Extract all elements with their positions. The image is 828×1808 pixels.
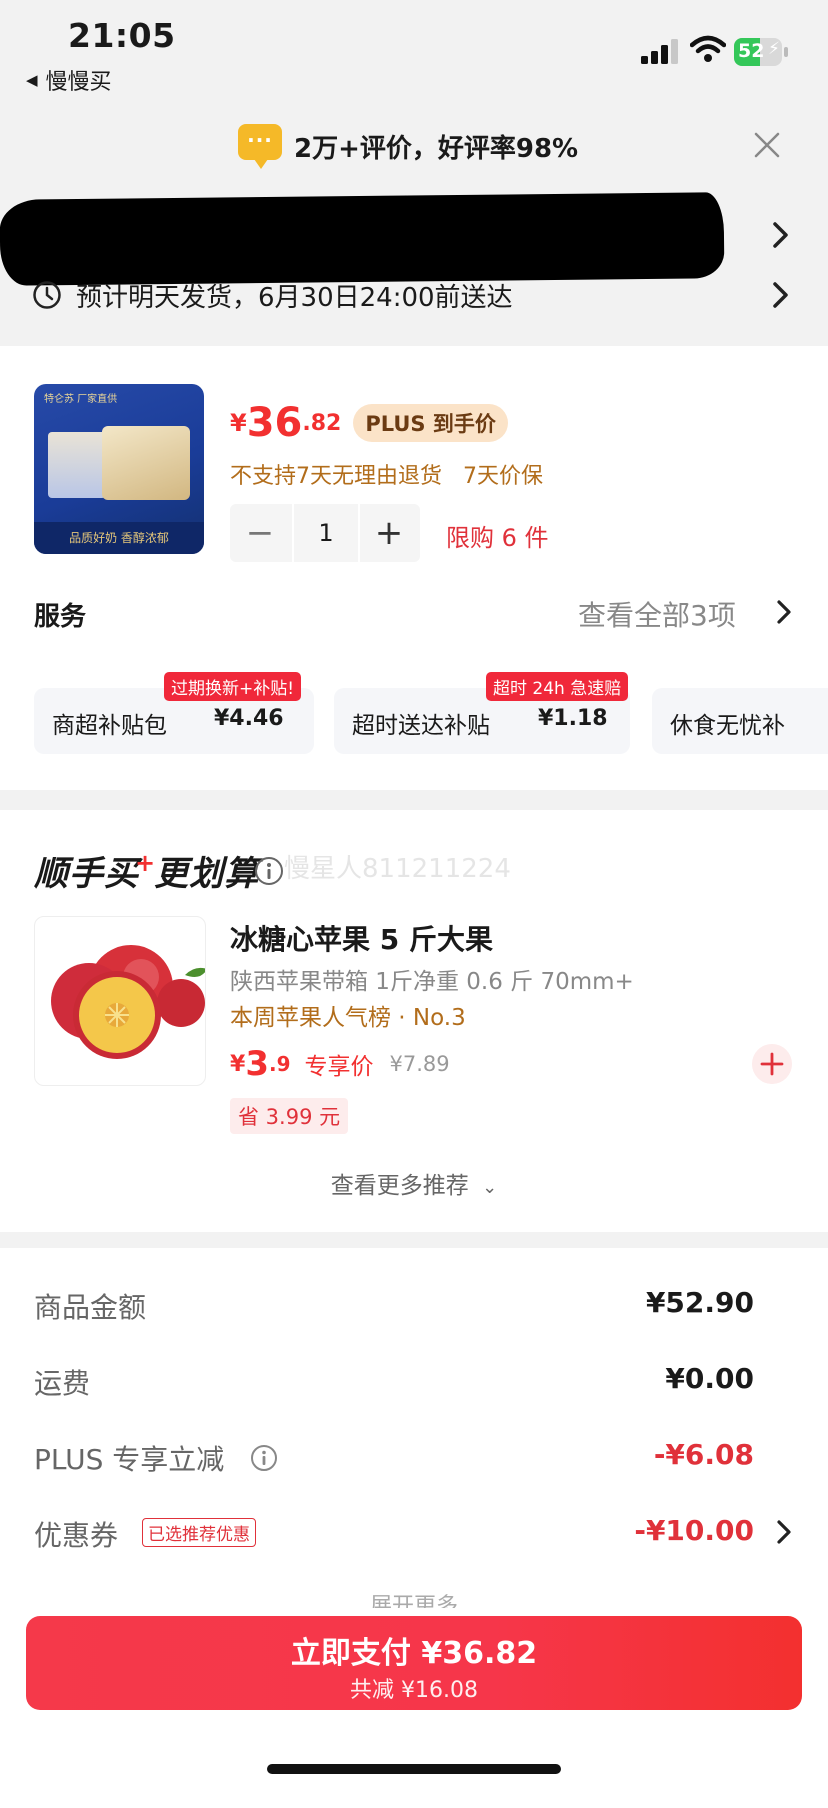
chevron-right-icon[interactable]	[770, 280, 792, 310]
plus-mark: +	[135, 849, 157, 877]
recommendation-title: 顺手买+更划算	[34, 846, 259, 895]
back-to-app-link[interactable]: ◀ 慢慢买	[26, 64, 112, 96]
pay-discount-total: 共减 ¥16.08	[350, 1678, 478, 1703]
apple-product-price: ¥ 3 .9 专享价 ¥7.89	[230, 1044, 450, 1084]
apple-product-desc: 陕西苹果带箱 1斤净重 0.6 斤 70mm+	[230, 969, 634, 995]
summary-label: 运费	[34, 1367, 91, 1400]
chevron-right-icon[interactable]	[774, 1518, 794, 1546]
service-price: ¥1.18	[538, 706, 608, 731]
battery-level: 52	[738, 40, 765, 62]
chevron-down-icon: ⌄	[482, 1177, 498, 1198]
apple-product-image[interactable]	[34, 916, 206, 1086]
service-tag: 超时 24h 急速赔	[486, 672, 629, 701]
battery-icon: 52 ⚡	[734, 38, 788, 66]
back-triangle-icon: ◀	[26, 71, 38, 89]
summary-row-shipping: 运费 ¥0.00	[34, 1362, 754, 1402]
summary-row-goods: 商品金额 ¥52.90	[34, 1286, 754, 1326]
services-title: 服务	[34, 602, 87, 632]
apple-product-rank: 本周苹果人气榜 · No.3	[230, 1005, 466, 1031]
info-icon[interactable]	[250, 1444, 278, 1472]
service-option[interactable]: 过期换新+补贴! 商超补贴包 ¥4.46	[34, 672, 314, 754]
view-all-services-link[interactable]: 查看全部3项	[578, 594, 736, 634]
expand-more-link[interactable]: 展开更多	[0, 1588, 828, 1608]
back-app-label: 慢慢买	[45, 70, 112, 95]
service-option[interactable]: 休食无忧补	[652, 688, 828, 754]
pay-now-button[interactable]: 立即支付 ¥36.82 共减 ¥16.08	[26, 1616, 802, 1710]
cellular-signal-icon	[641, 39, 678, 64]
quantity-stepper: − 1 +	[230, 504, 420, 562]
coupon-tag: 已选推荐优惠	[142, 1518, 256, 1547]
product-image[interactable]: 特仑苏 厂家直供 品质好奶 香醇浓郁	[34, 384, 204, 554]
price-integer: 36	[246, 400, 303, 446]
summary-label: 优惠券	[34, 1519, 119, 1552]
price-integer: 3	[245, 1044, 269, 1084]
recommendation-title-part: 更划算	[154, 854, 260, 894]
chat-bubble-icon: ···	[238, 124, 282, 169]
product-price: ¥ 36 .82 PLUS 到手价	[230, 400, 508, 446]
quantity-value[interactable]: 1	[292, 504, 360, 562]
service-name: 商超补贴包	[52, 713, 167, 739]
add-to-order-button[interactable]	[752, 1044, 792, 1084]
apple-product-name[interactable]: 冰糖心苹果 5 斤大果	[230, 918, 493, 958]
service-name: 休食无忧补	[670, 713, 785, 739]
delivery-text: 预计明天发货，6月30日24:00前送达	[76, 282, 513, 313]
more-recommendations-link[interactable]: 查看更多推荐 ⌄	[0, 1166, 828, 1200]
watermark: 慢星人811211224	[284, 854, 511, 884]
redacted-address[interactable]	[0, 192, 725, 286]
clock-icon	[33, 281, 61, 309]
summary-label: PLUS 专享立减	[34, 1443, 225, 1476]
increase-quantity-button[interactable]: +	[358, 504, 420, 562]
status-time: 21:05	[68, 16, 176, 55]
decrease-quantity-button[interactable]: −	[230, 504, 290, 562]
summary-label: 商品金额	[34, 1291, 147, 1324]
plus-price-badge: PLUS 到手价	[353, 404, 508, 442]
summary-row-coupon[interactable]: 优惠券 已选推荐优惠 -¥10.00	[34, 1514, 754, 1554]
review-summary: 2万+评价，好评率98%	[294, 134, 579, 164]
delivery-estimate[interactable]: 预计明天发货，6月30日24:00前送达	[32, 278, 513, 313]
price-symbol: ¥	[230, 409, 247, 437]
summary-value: -¥10.00	[634, 1514, 754, 1547]
more-recommendations-label: 查看更多推荐	[330, 1173, 469, 1199]
chevron-right-icon[interactable]	[770, 220, 792, 250]
info-icon[interactable]	[254, 856, 284, 886]
return-policy-note: 不支持7天无理由退货 7天价保	[230, 464, 543, 489]
price-label: 专享价	[304, 1054, 374, 1080]
recommendation-title-part: 顺手买	[34, 854, 139, 894]
chevron-right-icon[interactable]	[774, 598, 794, 626]
pay-label: 立即支付 ¥36.82	[290, 1636, 538, 1671]
home-indicator[interactable]	[267, 1764, 561, 1774]
price-decimal: .9	[268, 1052, 291, 1076]
product-image-slogan: 品质好奶 香醇浓郁	[34, 522, 204, 554]
service-price: ¥4.46	[214, 706, 284, 731]
close-icon[interactable]	[752, 130, 782, 160]
summary-value: -¥6.08	[653, 1438, 754, 1471]
service-name: 超时送达补贴	[352, 713, 490, 739]
service-option[interactable]: 超时 24h 急速赔 超时送达补贴 ¥1.18	[334, 672, 630, 754]
summary-value: ¥0.00	[665, 1362, 754, 1395]
savings-badge: 省 3.99 元	[230, 1098, 349, 1134]
original-price: ¥7.89	[389, 1052, 450, 1076]
service-tag: 过期换新+补贴!	[164, 672, 302, 701]
wifi-icon	[690, 35, 726, 62]
summary-value: ¥52.90	[645, 1286, 754, 1319]
price-symbol: ¥	[230, 1051, 246, 1077]
summary-row-plus-discount: PLUS 专享立减 -¥6.08	[34, 1438, 754, 1478]
purchase-limit: 限购 6 件	[446, 524, 549, 552]
product-image-brand: 特仑苏 厂家直供	[44, 394, 118, 405]
price-decimal: .82	[302, 410, 342, 436]
